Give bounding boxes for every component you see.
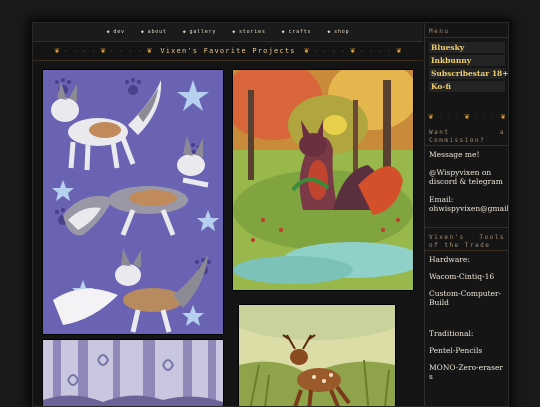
commission-text: Message me! xyxy=(429,150,480,159)
gallery-image-dragon-foxes[interactable] xyxy=(232,69,414,291)
traditional-item: MONO-Zero-erasers xyxy=(429,363,504,381)
gallery-grid xyxy=(33,61,423,406)
nav-link-dev[interactable]: ◆ dev xyxy=(107,29,125,35)
butterfly-icon: ❦ xyxy=(427,113,434,121)
top-navigation: ◆ dev ◆ about ◆ gallery ◆ stories ◆ crafts ◆ s… xyxy=(33,23,423,42)
page-title-bar: ❦ · · · · ❦ · · · · ❦ Vixen's Favorite P… xyxy=(33,42,423,61)
forest-artwork xyxy=(43,340,223,406)
gallery-image-wolf-ref-sheet[interactable] xyxy=(42,69,224,335)
nav-link-stories[interactable]: ◆ stories xyxy=(232,29,265,35)
sidebar-link-bluesky[interactable]: Bluesky xyxy=(429,42,505,53)
email-value[interactable]: ohwispyvixen@gmail.com xyxy=(425,204,508,213)
nav-label: about xyxy=(147,29,167,35)
butterfly-icon: ❦ xyxy=(464,113,470,121)
traditional-label: Traditional: xyxy=(429,329,474,338)
nav-label: dev xyxy=(113,29,125,35)
dotted-divider: · · · xyxy=(438,115,459,121)
butterfly-icon: ❦ xyxy=(303,46,310,55)
butterfly-icon: ❦ xyxy=(349,46,356,55)
dotted-divider: · · · · xyxy=(359,47,393,55)
butterfly-icon: ❦ xyxy=(54,46,60,55)
dotted-divider: · · · · xyxy=(313,47,346,55)
tools-heading: Vixen's Tools of the Trade xyxy=(425,227,508,251)
gallery-image-deer-fawn[interactable] xyxy=(238,304,396,406)
dotted-divider: · · · xyxy=(475,115,496,121)
hardware-item: Wacom-Cintiq-16 xyxy=(429,272,495,281)
butterfly-icon: ❦ xyxy=(146,46,153,55)
email-label: Email: xyxy=(429,195,454,204)
nav-label: gallery xyxy=(189,29,217,35)
bullet-icon: ◆ xyxy=(281,29,286,35)
bullet-icon: ◆ xyxy=(140,29,145,35)
butterfly-icon: ❦ xyxy=(100,46,107,55)
nav-link-gallery[interactable]: ◆ gallery xyxy=(183,29,216,35)
bullet-icon: ◆ xyxy=(182,29,187,35)
nav-link-shop[interactable]: ◆ shop xyxy=(327,29,349,35)
sidebar-link-inkbunny[interactable]: Inkbunny xyxy=(429,55,505,66)
sidebar-divider: ❦ · · · ❦ · · · ❦ xyxy=(425,104,508,123)
nav-label: stories xyxy=(239,29,266,35)
bullet-icon: ◆ xyxy=(327,29,332,35)
bullet-icon: ◆ xyxy=(106,29,111,35)
traditional-item: Pentel-Pencils xyxy=(429,346,483,355)
commission-heading: Want a Commission? xyxy=(425,129,508,146)
gallery-image-forest-strip[interactable] xyxy=(42,339,224,406)
nav-label: shop xyxy=(334,29,350,35)
sidebar-link-subscribestar[interactable]: Subscribestar 18+ xyxy=(429,68,508,79)
nav-link-about[interactable]: ◆ about xyxy=(141,29,167,35)
hardware-label: Hardware: xyxy=(429,255,470,264)
commission-handle: @Wispyvixen on discord & telegram xyxy=(429,168,503,186)
dotted-divider: · · · · xyxy=(63,47,97,55)
sidebar-link-kofi[interactable]: Ko-fi xyxy=(429,81,505,92)
wolf-artwork xyxy=(43,70,223,334)
menu-heading: Menu xyxy=(425,23,508,38)
sidebar: Menu Bluesky Inkbunny Subscribestar 18+ … xyxy=(424,23,508,406)
dragon-foxes-artwork xyxy=(233,70,413,290)
dotted-divider: · · · · xyxy=(110,47,143,55)
page-title: Vixen's Favorite Projects xyxy=(160,47,296,55)
nav-label: crafts xyxy=(288,29,312,35)
butterfly-icon: ❦ xyxy=(500,113,507,121)
bullet-icon: ◆ xyxy=(232,29,236,35)
nav-link-crafts[interactable]: ◆ crafts xyxy=(282,29,312,35)
hardware-item: Custom-Computer-Build xyxy=(429,289,502,307)
page-frame: ◆ dev ◆ about ◆ gallery ◆ stories ◆ crafts ◆ s… xyxy=(32,22,509,407)
butterfly-icon: ❦ xyxy=(396,46,402,55)
deer-artwork xyxy=(239,305,395,406)
